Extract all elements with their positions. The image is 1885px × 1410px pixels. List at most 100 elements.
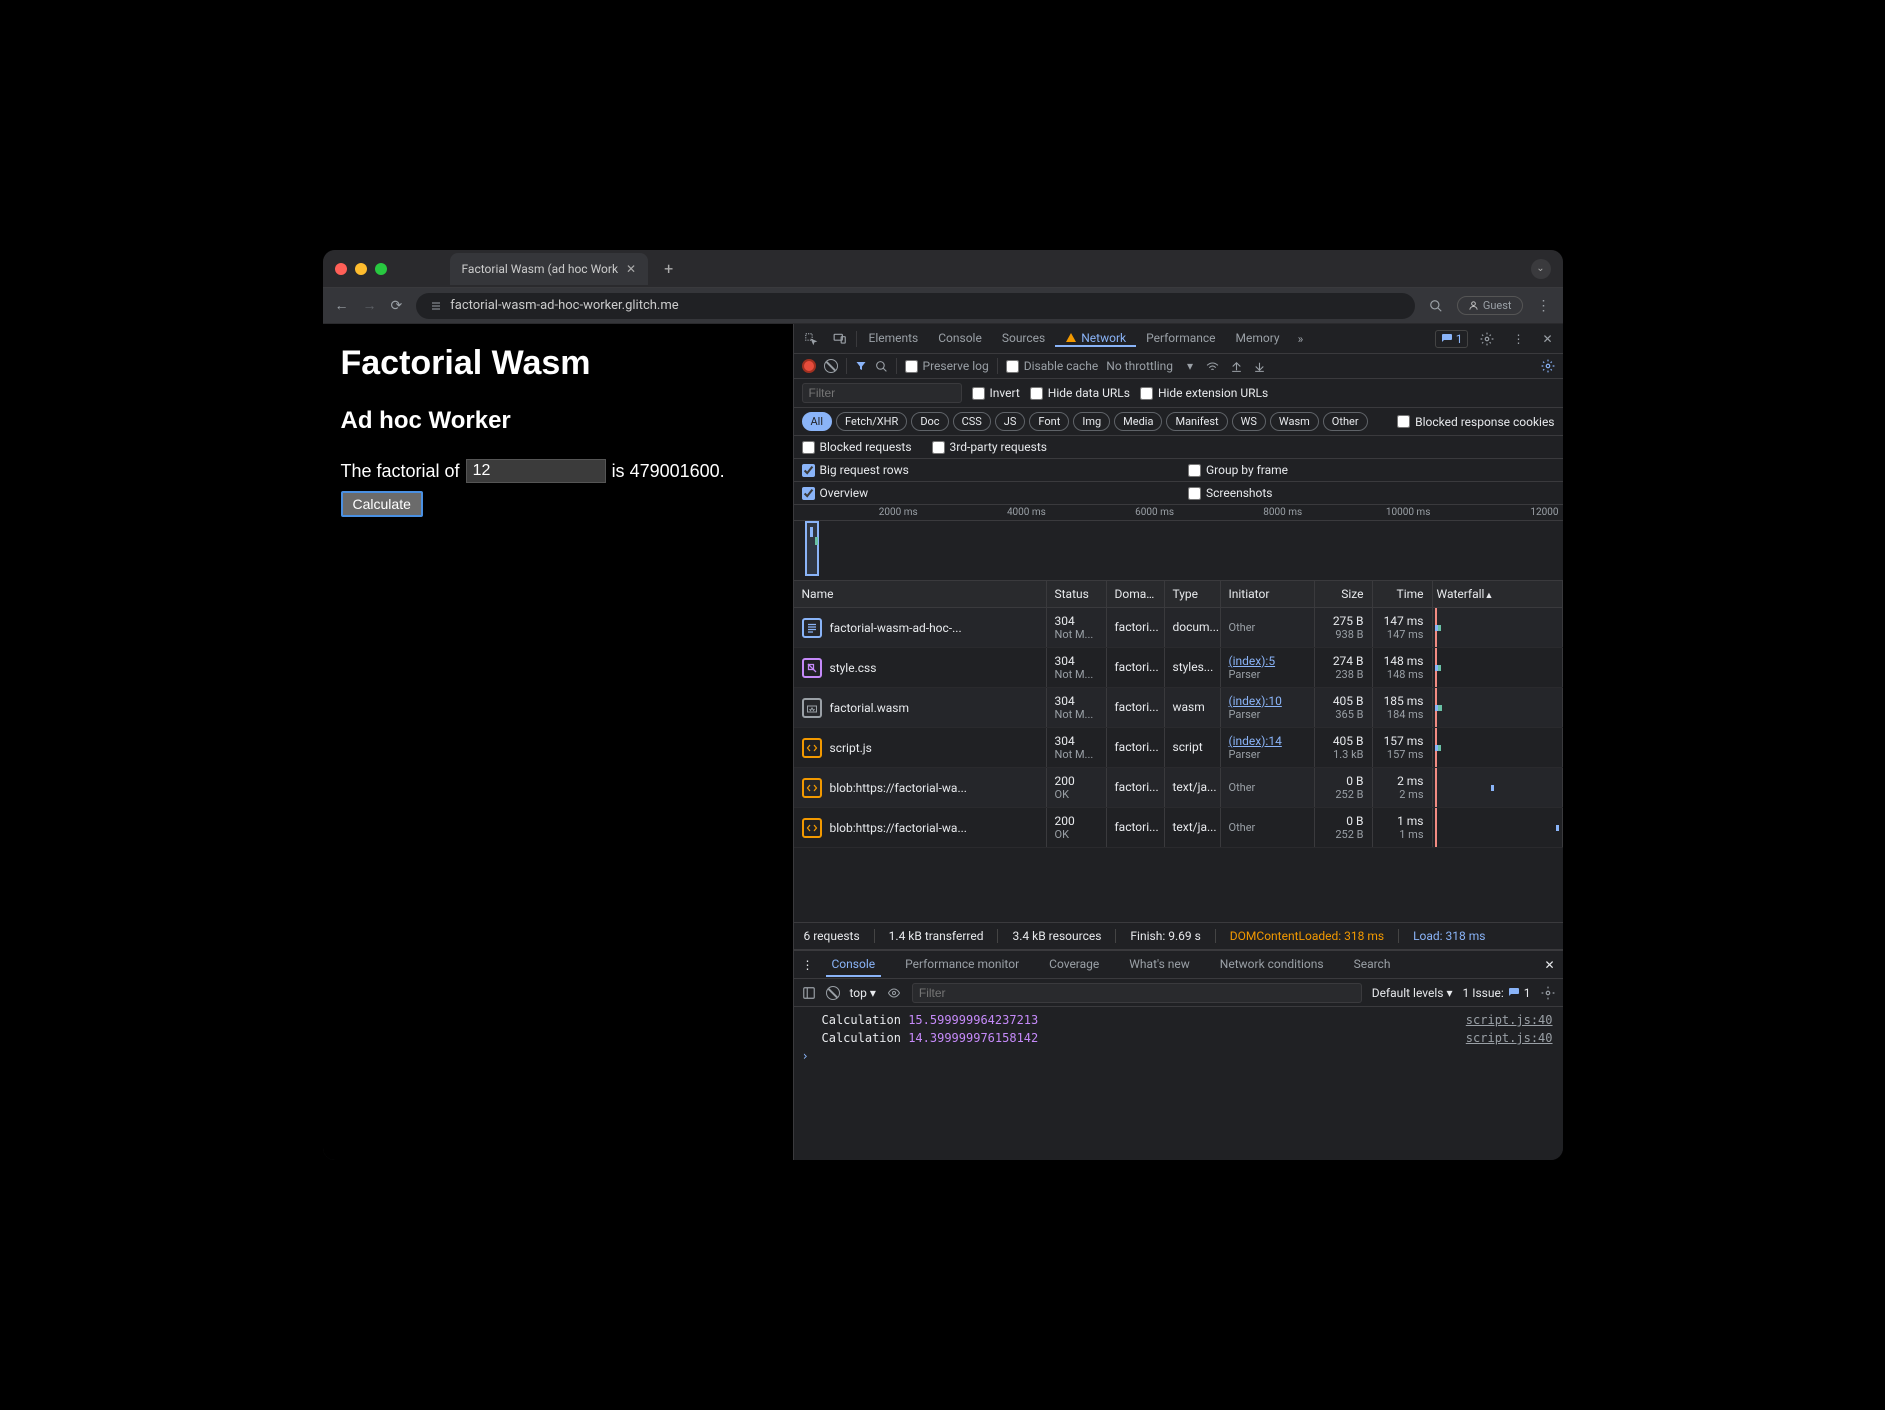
console-log-entry[interactable]: Calculation 15.599999964237213script.js:… [794,1011,1563,1029]
filter-chip-doc[interactable]: Doc [911,412,948,431]
device-toggle-icon[interactable] [826,328,854,350]
resource-type-chips: AllFetch/XHRDoc CSSJSFontImgMediaManifest… [794,408,1563,436]
devtools-tab-network[interactable]: Network [1055,331,1136,347]
wifi-icon[interactable] [1205,360,1220,373]
drawer-close-icon[interactable]: ✕ [1544,958,1554,972]
console-settings-icon[interactable] [1541,986,1555,1000]
window-dropdown-icon[interactable]: ⌄ [1531,259,1551,279]
filter-chip-css[interactable]: CSS [953,412,991,431]
close-tab-icon[interactable]: ✕ [626,262,636,276]
filter-chip-all[interactable]: All [802,412,833,431]
window-close-button[interactable] [335,263,347,275]
filter-chip-img[interactable]: Img [1073,412,1110,431]
context-select[interactable]: top ▾ [850,986,876,1000]
hide-data-urls-checkbox[interactable]: Hide data URLs [1030,386,1130,400]
network-request-row[interactable]: factorial.wasm304Not M...factori...wasm(… [794,688,1563,728]
console-prompt-icon[interactable]: › [794,1047,1563,1065]
network-request-row[interactable]: script.js304Not M...factori...script(ind… [794,728,1563,768]
filter-chip-font[interactable]: Font [1029,412,1069,431]
window-minimize-button[interactable] [355,263,367,275]
throttling-select[interactable]: No throttling ▾ [1106,359,1193,373]
devtools-tab-elements[interactable]: Elements [859,331,929,345]
network-filter-input[interactable] [802,383,962,403]
blocked-cookies-checkbox[interactable]: Blocked response cookies [1397,415,1554,429]
more-menu-icon[interactable]: ⋮ [1537,298,1551,314]
factorial-result-text: is 479001600. [612,461,725,482]
devtools-tab-sources[interactable]: Sources [992,331,1055,345]
filter-chip-media[interactable]: Media [1114,412,1162,431]
profile-guest-button[interactable]: Guest [1457,296,1523,315]
console-issues[interactable]: 1 Issue: 1 [1462,986,1530,1000]
invert-checkbox[interactable]: Invert [972,386,1020,400]
back-button[interactable]: ← [335,297,349,314]
devtools-more-icon[interactable]: ⋮ [1506,328,1530,350]
filter-chip-ws[interactable]: WS [1232,412,1266,431]
devtools-tabs: ElementsConsoleSourcesNetworkPerformance… [794,324,1563,354]
group-frame-checkbox[interactable]: Group by frame [1188,463,1288,477]
factorial-input[interactable] [466,459,606,483]
devtools-close-icon[interactable]: ✕ [1536,328,1558,350]
console-log-entry[interactable]: Calculation 14.399999976158142script.js:… [794,1029,1563,1047]
upload-icon[interactable] [1230,360,1243,373]
overview-checkbox[interactable]: Overview [802,486,869,500]
issues-button[interactable]: 1 [1435,330,1469,348]
filter-toggle-icon[interactable] [855,360,867,372]
network-request-row[interactable]: blob:https://factorial-wa...200OKfactori… [794,808,1563,848]
blocked-requests-checkbox[interactable]: Blocked requests [802,440,912,454]
download-icon[interactable] [1253,360,1266,373]
file-type-icon [802,658,822,678]
drawer-tab-performance-monitor[interactable]: Performance monitor [899,953,1025,977]
filter-chip-fetchxhr[interactable]: Fetch/XHR [836,412,907,431]
window-maximize-button[interactable] [375,263,387,275]
new-tab-button[interactable]: + [656,259,681,278]
drawer-tab-console[interactable]: Console [826,953,882,977]
reload-button[interactable]: ⟳ [391,298,403,314]
clear-console-icon[interactable] [826,986,840,1000]
more-tabs-icon[interactable]: » [1292,328,1310,350]
network-table-header[interactable]: Name Status Domain Type Initiator Size T… [794,581,1563,608]
network-request-row[interactable]: factorial-wasm-ad-hoc-...304Not M...fact… [794,608,1563,648]
search-icon[interactable] [875,360,888,373]
url-field[interactable]: factorial-wasm-ad-hoc-worker.glitch.me [416,293,1415,319]
third-party-checkbox[interactable]: 3rd-party requests [932,440,1047,454]
live-expression-icon[interactable] [886,987,902,999]
drawer-more-icon[interactable]: ⋮ [802,958,814,972]
filter-chip-manifest[interactable]: Manifest [1166,412,1227,431]
filter-chip-js[interactable]: JS [995,412,1026,431]
drawer-tab-network-conditions[interactable]: Network conditions [1214,953,1330,977]
transferred-size: 1.4 kB transferred [889,929,984,943]
record-button[interactable] [802,359,816,373]
sidebar-toggle-icon[interactable] [802,986,816,1000]
devtools-tab-console[interactable]: Console [928,331,992,345]
settings-gear-icon[interactable] [1474,328,1500,350]
calculate-button[interactable]: Calculate [341,491,423,517]
browser-tab[interactable]: Factorial Wasm (ad hoc Work ✕ [450,253,649,285]
drawer-tab-search[interactable]: Search [1348,953,1397,977]
zoom-icon[interactable] [1429,299,1443,313]
timeline-label: 12000 [1434,507,1562,518]
console-filter-input[interactable] [912,983,1362,1003]
filter-chip-wasm[interactable]: Wasm [1270,412,1319,431]
clear-button[interactable] [824,359,838,373]
screenshots-checkbox[interactable]: Screenshots [1188,486,1272,500]
disable-cache-checkbox[interactable]: Disable cache [1006,359,1099,373]
network-options-row: Big request rows Group by frame [794,459,1563,482]
drawer-tab-coverage[interactable]: Coverage [1043,953,1105,977]
console-body[interactable]: Calculation 15.599999964237213script.js:… [794,1007,1563,1160]
factorial-label-before: The factorial of [341,461,460,482]
network-request-row[interactable]: blob:https://factorial-wa...200OKfactori… [794,768,1563,808]
network-settings-icon[interactable] [1541,359,1555,373]
drawer-tab-what's-new[interactable]: What's new [1123,953,1196,977]
network-filter-row: Invert Hide data URLs Hide extension URL… [794,379,1563,408]
network-request-row[interactable]: style.css304Not M...factori...styles...(… [794,648,1563,688]
preserve-log-checkbox[interactable]: Preserve log [905,359,989,373]
devtools-tab-memory[interactable]: Memory [1226,331,1290,345]
devtools-tab-performance[interactable]: Performance [1136,331,1225,345]
big-rows-checkbox[interactable]: Big request rows [802,463,909,477]
log-levels-select[interactable]: Default levels ▾ [1372,986,1453,1000]
hide-extension-urls-checkbox[interactable]: Hide extension URLs [1140,386,1268,400]
network-timeline[interactable]: 2000 ms4000 ms6000 ms8000 ms10000 ms1200… [794,505,1563,581]
forward-button[interactable]: → [363,297,377,314]
element-picker-icon[interactable] [798,328,824,350]
filter-chip-other[interactable]: Other [1323,412,1368,431]
